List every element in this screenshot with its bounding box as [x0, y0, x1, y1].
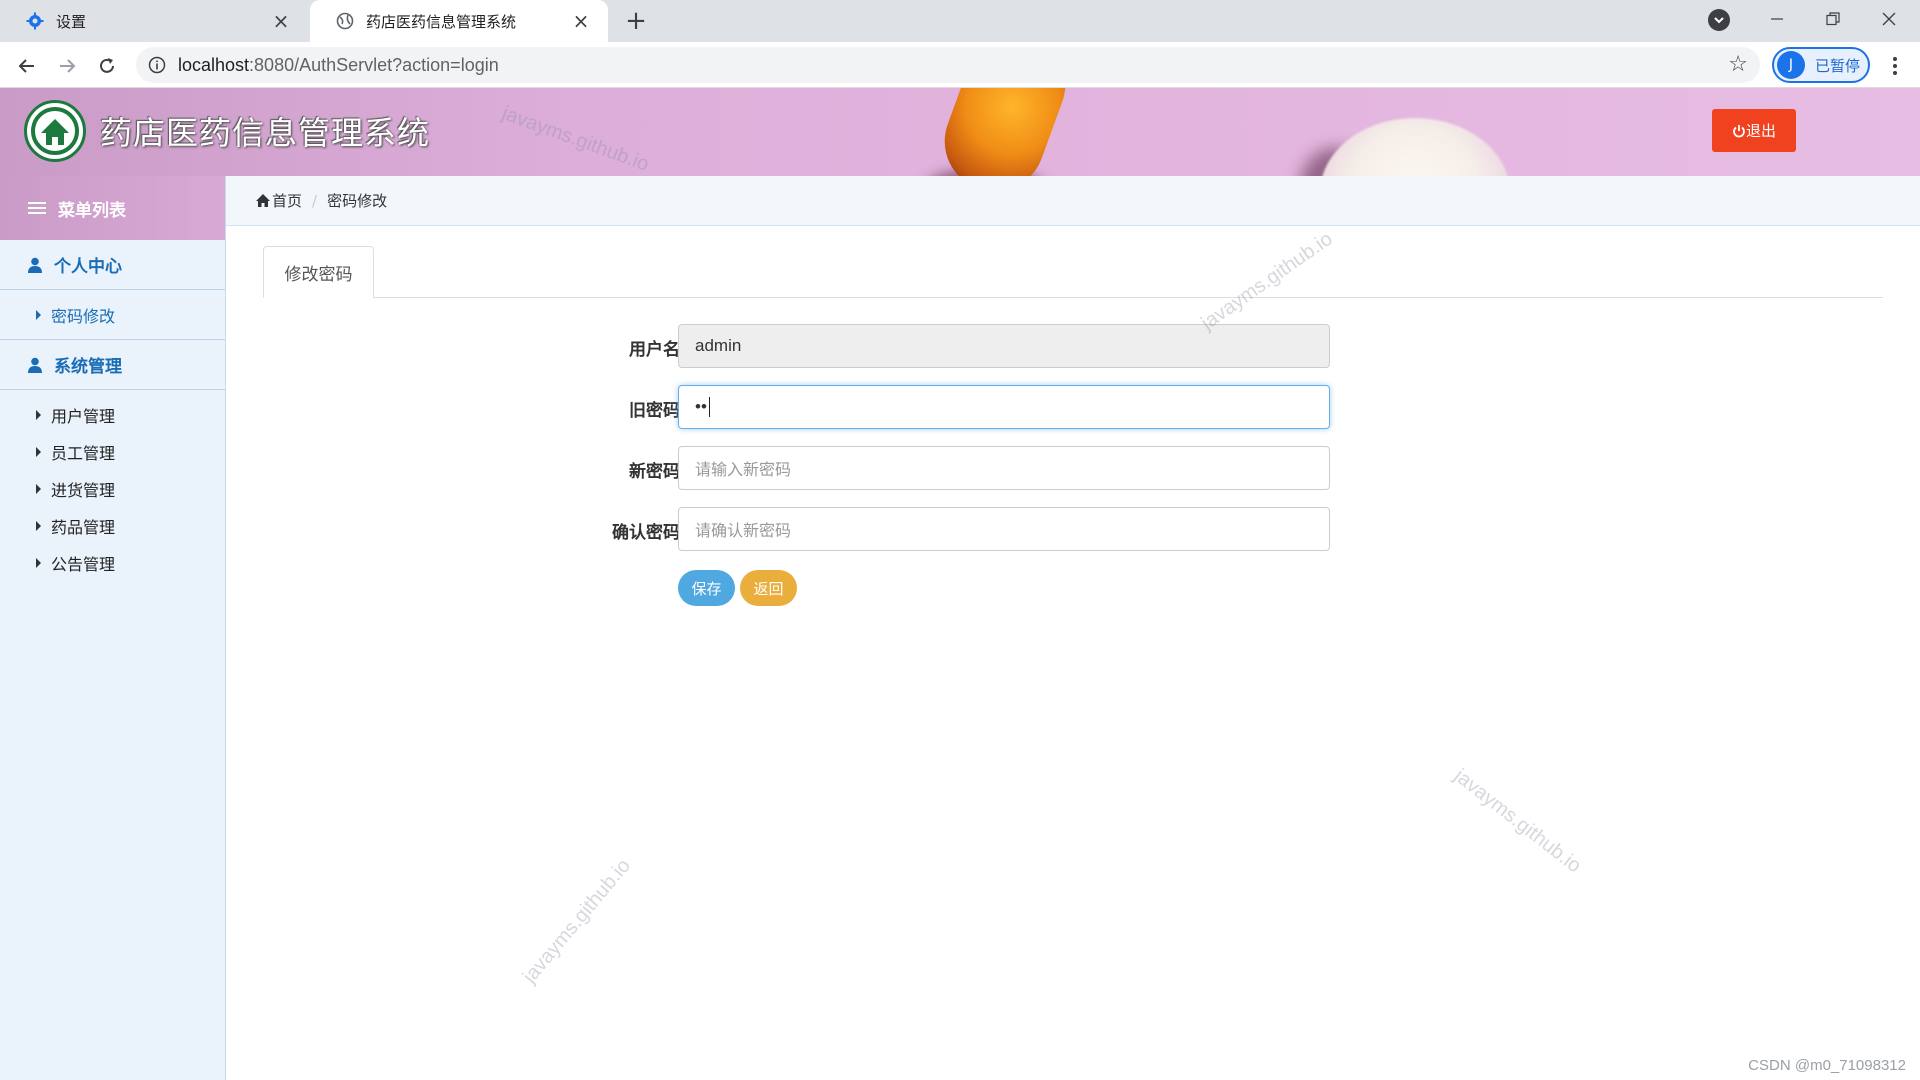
- user-icon: [28, 357, 42, 373]
- sidebar-group-personal[interactable]: 个人中心: [0, 240, 225, 290]
- sidebar-item-label: 员工管理: [51, 443, 116, 463]
- url-text: localhost:8080/AuthServlet?action=login: [178, 55, 499, 76]
- old-password-field[interactable]: ••: [678, 385, 1330, 429]
- watermark: javayms.github.io: [1197, 227, 1337, 335]
- avatar: J: [1777, 51, 1805, 79]
- back-button[interactable]: 返回: [740, 570, 797, 606]
- new-password-row: 新密码 请输入新密码: [540, 446, 1330, 490]
- browser-tab-settings[interactable]: 设置 ×: [0, 0, 308, 42]
- logout-label: 退出: [1745, 122, 1776, 140]
- breadcrumb: 首页 / 密码修改: [226, 176, 1920, 226]
- url-host: localhost: [178, 55, 250, 75]
- old-password-label: 旧密码: [629, 401, 680, 421]
- caret-right-icon: [36, 446, 41, 457]
- close-icon[interactable]: ×: [270, 9, 292, 33]
- browser-toolbar: localhost:8080/AuthServlet?action=login …: [0, 42, 1920, 88]
- home-icon: [256, 194, 270, 207]
- old-password-value: ••: [695, 397, 707, 416]
- forward-arrow-icon[interactable]: [52, 51, 82, 81]
- save-button[interactable]: 保存: [678, 570, 735, 606]
- sidebar-item-label: 公告管理: [51, 554, 116, 574]
- sidebar-group-label: 系统管理: [54, 357, 122, 377]
- power-icon: [1733, 124, 1745, 137]
- watermark: javayms.github.io: [1449, 764, 1586, 878]
- sidebar-item-label: 用户管理: [51, 406, 116, 426]
- app-header: 药店医药信息管理系统 javayms.github.io 退出: [0, 88, 1920, 176]
- sidebar-item-users[interactable]: 用户管理: [0, 396, 225, 433]
- caret-right-icon: [36, 520, 41, 531]
- header-decoration: [1320, 118, 1510, 176]
- breadcrumb-home-label: 首页: [272, 192, 303, 210]
- logout-button[interactable]: 退出: [1712, 109, 1796, 152]
- caret-right-icon: [36, 557, 41, 568]
- gear-icon: [26, 12, 44, 30]
- confirm-password-row: 确认密码 请确认新密码: [540, 507, 1330, 551]
- globe-icon: [336, 12, 354, 30]
- old-password-row: 旧密码 ••: [540, 385, 1330, 429]
- profile-button[interactable]: J 已暂停: [1772, 47, 1870, 83]
- sidebar-item-password-change[interactable]: 密码修改: [0, 296, 225, 333]
- tab-search-icon[interactable]: [1708, 9, 1730, 31]
- sidebar-group-label: 个人中心: [54, 257, 122, 277]
- browser-tab-bar: 设置 × 药店医药信息管理系统 × +: [0, 0, 1920, 42]
- caret-right-icon: [36, 409, 41, 420]
- list-icon: [28, 202, 46, 214]
- watermark: javayms.github.io: [499, 102, 652, 176]
- info-icon[interactable]: [148, 56, 166, 74]
- confirm-password-field[interactable]: 请确认新密码: [678, 507, 1330, 551]
- sidebar-item-label: 密码修改: [51, 306, 116, 326]
- breadcrumb-home[interactable]: 首页: [256, 190, 302, 211]
- minimize-icon[interactable]: [1754, 0, 1800, 38]
- tab-title: 设置: [56, 12, 87, 31]
- reload-icon[interactable]: [92, 51, 122, 81]
- confirm-password-placeholder: 请确认新密码: [695, 521, 792, 540]
- back-arrow-icon[interactable]: [12, 51, 42, 81]
- close-window-icon[interactable]: [1866, 0, 1912, 38]
- sidebar-header: 菜单列表: [0, 176, 225, 240]
- watermark: javayms.github.io: [518, 854, 635, 988]
- confirm-password-label: 确认密码: [612, 523, 680, 543]
- sidebar-item-label: 药品管理: [51, 517, 116, 537]
- tab-divider: [263, 297, 1883, 298]
- bookmark-star-icon[interactable]: ☆: [1728, 54, 1748, 76]
- close-icon[interactable]: ×: [570, 9, 592, 33]
- browser-menu-icon[interactable]: [1880, 51, 1910, 81]
- browser-tab-pharmacy[interactable]: 药店医药信息管理系统 ×: [310, 0, 608, 42]
- caret-right-icon: [36, 309, 41, 320]
- username-label: 用户名: [629, 340, 680, 360]
- app-title: 药店医药信息管理系统: [100, 114, 431, 152]
- university-logo: [24, 100, 86, 162]
- restore-icon[interactable]: [1810, 0, 1856, 38]
- new-password-placeholder: 请输入新密码: [695, 460, 792, 479]
- breadcrumb-current: 密码修改: [327, 192, 388, 210]
- sidebar: 菜单列表 个人中心 密码修改 系统管理 用户管理 员工管理 进货管理 药品管理: [0, 176, 226, 1080]
- sidebar-group-system[interactable]: 系统管理: [0, 340, 225, 390]
- username-field[interactable]: admin: [678, 324, 1330, 368]
- new-password-field[interactable]: 请输入新密码: [678, 446, 1330, 490]
- sidebar-item-purchases[interactable]: 进货管理: [0, 470, 225, 507]
- header-decoration: [930, 88, 1080, 176]
- url-path: :8080/AuthServlet?action=login: [249, 55, 499, 75]
- breadcrumb-separator: /: [312, 191, 318, 210]
- sidebar-item-employees[interactable]: 员工管理: [0, 433, 225, 470]
- sidebar-item-medicines[interactable]: 药品管理: [0, 507, 225, 544]
- user-icon: [28, 257, 42, 273]
- sidebar-submenu: 用户管理 员工管理 进货管理 药品管理 公告管理: [0, 390, 225, 581]
- new-tab-button[interactable]: +: [622, 8, 650, 36]
- sidebar-submenu: 密码修改: [0, 290, 225, 340]
- sidebar-item-label: 进货管理: [51, 480, 116, 500]
- caret-right-icon: [36, 483, 41, 494]
- address-bar[interactable]: localhost:8080/AuthServlet?action=login …: [136, 47, 1760, 83]
- text-cursor: [708, 397, 710, 417]
- sidebar-item-notices[interactable]: 公告管理: [0, 544, 225, 581]
- profile-status: 已暂停: [1815, 56, 1861, 75]
- new-password-label: 新密码: [629, 462, 680, 482]
- sidebar-title: 菜单列表: [58, 200, 126, 221]
- tab-change-password[interactable]: 修改密码: [263, 246, 374, 298]
- csdn-watermark: CSDN @m0_71098312: [1748, 1057, 1906, 1074]
- tab-title: 药店医药信息管理系统: [366, 12, 517, 31]
